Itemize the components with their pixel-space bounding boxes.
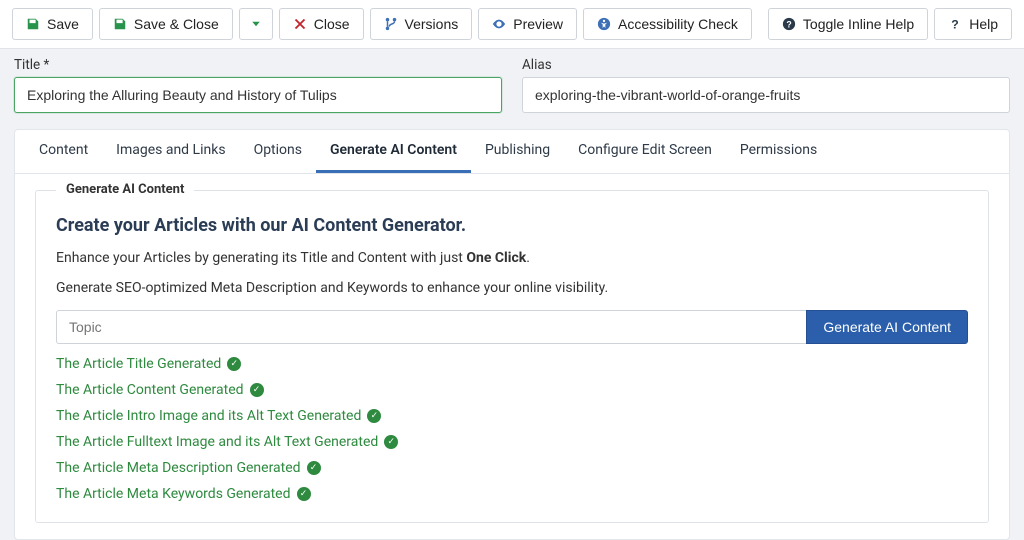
- status-item: The Article Meta Keywords Generated ✓: [56, 486, 968, 502]
- save-close-label: Save & Close: [134, 16, 219, 32]
- panel: Generate AI Content Create your Articles…: [15, 174, 1009, 539]
- tab-options[interactable]: Options: [240, 130, 316, 173]
- title-label: Title *: [14, 57, 502, 73]
- question-circle-icon: ?: [782, 17, 796, 31]
- save-dropdown-button[interactable]: [239, 8, 273, 40]
- desc1-c: .: [526, 250, 530, 266]
- status-item: The Article Intro Image and its Alt Text…: [56, 408, 968, 424]
- topic-input[interactable]: [56, 310, 806, 344]
- check-circle-icon: ✓: [250, 383, 264, 397]
- accessibility-button[interactable]: Accessibility Check: [583, 8, 752, 40]
- floppy-icon: [26, 17, 40, 31]
- toggle-help-button[interactable]: ? Toggle Inline Help: [768, 8, 928, 40]
- panel-desc2: Generate SEO-optimized Meta Description …: [56, 280, 968, 296]
- status-text: The Article Fulltext Image and its Alt T…: [56, 434, 378, 450]
- eye-icon: [492, 17, 506, 31]
- check-circle-icon: ✓: [384, 435, 398, 449]
- tab-images-and-links[interactable]: Images and Links: [102, 130, 239, 173]
- toolbar-spacer: [758, 8, 762, 40]
- title-input[interactable]: [14, 77, 502, 113]
- fieldset-legend: Generate AI Content: [56, 182, 194, 197]
- tab-configure-edit-screen[interactable]: Configure Edit Screen: [564, 130, 726, 173]
- tab-permissions[interactable]: Permissions: [726, 130, 831, 173]
- status-text: The Article Title Generated: [56, 356, 221, 372]
- save-button[interactable]: Save: [12, 8, 93, 40]
- generate-button[interactable]: Generate AI Content: [806, 310, 968, 344]
- generate-fieldset: Generate AI Content Create your Articles…: [35, 190, 989, 523]
- toolbar: Save Save & Close Close Versions Preview…: [0, 0, 1024, 49]
- title-field: Title *: [14, 57, 502, 113]
- status-text: The Article Meta Description Generated: [56, 460, 301, 476]
- check-circle-icon: ✓: [297, 487, 311, 501]
- preview-label: Preview: [513, 16, 563, 32]
- status-text: The Article Meta Keywords Generated: [56, 486, 291, 502]
- versions-label: Versions: [405, 16, 459, 32]
- check-circle-icon: ✓: [367, 409, 381, 423]
- svg-text:?: ?: [951, 17, 958, 31]
- save-close-button[interactable]: Save & Close: [99, 8, 233, 40]
- alias-label: Alias: [522, 57, 1010, 73]
- alias-input[interactable]: [522, 77, 1010, 113]
- help-button[interactable]: ? Help: [934, 8, 1012, 40]
- tabs-container: ContentImages and LinksOptionsGenerate A…: [14, 129, 1010, 540]
- tab-generate-ai-content[interactable]: Generate AI Content: [316, 130, 471, 173]
- generate-row: Generate AI Content: [56, 310, 968, 344]
- toggle-help-label: Toggle Inline Help: [803, 16, 914, 32]
- check-circle-icon: ✓: [307, 461, 321, 475]
- close-icon: [293, 17, 307, 31]
- help-label: Help: [969, 16, 998, 32]
- chevron-down-icon: [249, 17, 263, 31]
- panel-headline: Create your Articles with our AI Content…: [56, 215, 968, 236]
- desc1-b: One Click: [466, 250, 526, 266]
- save-label: Save: [47, 16, 79, 32]
- check-circle-icon: ✓: [227, 357, 241, 371]
- status-item: The Article Content Generated ✓: [56, 382, 968, 398]
- preview-button[interactable]: Preview: [478, 8, 577, 40]
- status-text: The Article Content Generated: [56, 382, 244, 398]
- tab-content[interactable]: Content: [25, 130, 102, 173]
- status-item: The Article Fulltext Image and its Alt T…: [56, 434, 968, 450]
- svg-text:?: ?: [786, 20, 791, 30]
- desc1-a: Enhance your Articles by generating its …: [56, 250, 466, 266]
- close-label: Close: [314, 16, 350, 32]
- status-list: The Article Title Generated✓The Article …: [56, 356, 968, 502]
- question-icon: ?: [948, 17, 962, 31]
- panel-desc1: Enhance your Articles by generating its …: [56, 250, 968, 266]
- tabs: ContentImages and LinksOptionsGenerate A…: [15, 130, 1009, 174]
- status-text: The Article Intro Image and its Alt Text…: [56, 408, 361, 424]
- accessibility-icon: [597, 17, 611, 31]
- floppy-icon: [113, 17, 127, 31]
- close-button[interactable]: Close: [279, 8, 364, 40]
- branch-icon: [384, 17, 398, 31]
- tab-publishing[interactable]: Publishing: [471, 130, 564, 173]
- status-item: The Article Meta Description Generated ✓: [56, 460, 968, 476]
- alias-field: Alias: [522, 57, 1010, 113]
- accessibility-label: Accessibility Check: [618, 16, 738, 32]
- fields-row: Title * Alias: [0, 49, 1024, 129]
- status-item: The Article Title Generated ✓: [56, 356, 968, 372]
- versions-button[interactable]: Versions: [370, 8, 473, 40]
